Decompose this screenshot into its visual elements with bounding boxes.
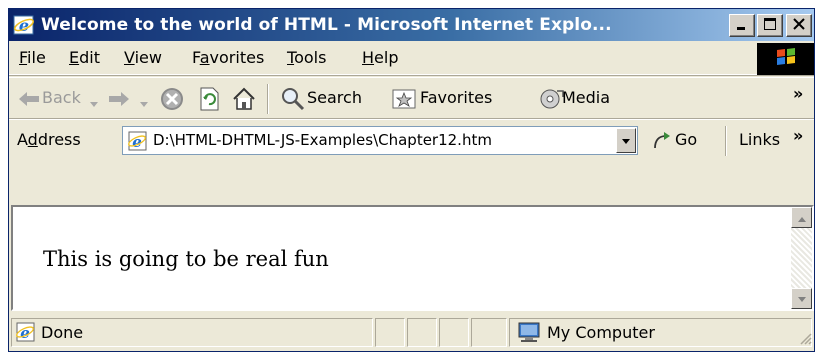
windows-flag-icon bbox=[775, 47, 797, 71]
address-dropdown-button[interactable] bbox=[616, 128, 636, 153]
go-button-label[interactable]: Go bbox=[675, 130, 697, 149]
menu-edit[interactable]: Edit bbox=[69, 48, 100, 67]
address-bar: Address e D:\HTML-DHTML-JS-Examples\Chap… bbox=[9, 119, 814, 161]
close-icon bbox=[792, 16, 806, 35]
vertical-scrollbar[interactable] bbox=[791, 207, 812, 309]
address-label: Address bbox=[17, 130, 81, 149]
favorites-button-label[interactable]: Favorites bbox=[420, 88, 492, 107]
status-pane-2 bbox=[407, 318, 437, 347]
minimize-icon bbox=[735, 16, 749, 35]
minimize-button[interactable] bbox=[729, 14, 755, 37]
zone-text: My Computer bbox=[547, 323, 655, 342]
windows-logo bbox=[757, 43, 814, 75]
page-icon: e bbox=[127, 130, 149, 156]
refresh-icon[interactable] bbox=[197, 86, 221, 116]
status-pane-4 bbox=[471, 318, 507, 347]
back-button-label[interactable]: Back bbox=[42, 88, 81, 107]
status-pane-1 bbox=[375, 318, 405, 347]
svg-text:e: e bbox=[19, 16, 29, 35]
status-bar: e Done My Computer bbox=[9, 313, 814, 351]
links-label[interactable]: Links bbox=[739, 130, 780, 149]
menu-bar: File Edit View Favorites Tools Help bbox=[9, 41, 814, 75]
page-content: This is going to be real fun bbox=[11, 205, 814, 311]
menu-file[interactable]: File bbox=[19, 48, 46, 67]
toolbar-overflow-chevron[interactable]: » bbox=[793, 84, 803, 103]
address-value: D:\HTML-DHTML-JS-Examples\Chapter12.htm bbox=[153, 131, 492, 149]
close-button[interactable] bbox=[786, 14, 812, 37]
window-title: Welcome to the world of HTML - Microsoft… bbox=[41, 15, 612, 35]
toolbar-separator bbox=[267, 84, 269, 114]
home-icon[interactable] bbox=[231, 86, 257, 116]
browser-window: e Welcome to the world of HTML - Microso… bbox=[8, 8, 815, 352]
address-input[interactable]: e D:\HTML-DHTML-JS-Examples\Chapter12.ht… bbox=[122, 126, 638, 155]
menu-help[interactable]: Help bbox=[362, 48, 398, 67]
favorites-star-icon[interactable] bbox=[392, 88, 416, 114]
chevron-down-icon[interactable] bbox=[89, 94, 99, 113]
computer-icon bbox=[517, 321, 541, 347]
forward-arrow-icon[interactable] bbox=[107, 89, 131, 113]
scroll-down-button[interactable] bbox=[791, 288, 812, 309]
status-pane-3 bbox=[439, 318, 469, 347]
ie-logo-icon: e bbox=[13, 14, 35, 36]
back-arrow-icon[interactable] bbox=[17, 89, 41, 113]
chevron-down-icon bbox=[621, 131, 631, 150]
page-text: This is going to be real fun bbox=[43, 247, 329, 271]
resize-grip-icon[interactable] bbox=[798, 330, 812, 349]
status-main-pane bbox=[11, 318, 373, 347]
menu-tools[interactable]: Tools bbox=[287, 48, 326, 67]
arrow-up-icon bbox=[797, 208, 807, 227]
go-arrow-icon[interactable] bbox=[651, 130, 673, 156]
maximize-button[interactable] bbox=[757, 14, 783, 37]
title-bar[interactable]: e Welcome to the world of HTML - Microso… bbox=[9, 9, 814, 41]
arrow-down-icon bbox=[797, 289, 807, 308]
stop-icon[interactable] bbox=[159, 86, 185, 116]
address-separator bbox=[725, 126, 727, 156]
links-overflow-chevron[interactable]: » bbox=[793, 126, 803, 145]
search-icon[interactable] bbox=[280, 86, 306, 116]
menu-view[interactable]: View bbox=[124, 48, 162, 67]
menu-favorites[interactable]: Favorites bbox=[192, 48, 264, 67]
standard-toolbar: Back Search Favorites Media » bbox=[9, 77, 814, 119]
scroll-up-button[interactable] bbox=[791, 207, 812, 228]
chevron-down-icon[interactable] bbox=[139, 94, 149, 113]
search-button-label[interactable]: Search bbox=[307, 88, 362, 107]
maximize-icon bbox=[763, 16, 777, 35]
media-button-label[interactable]: Media bbox=[562, 88, 610, 107]
